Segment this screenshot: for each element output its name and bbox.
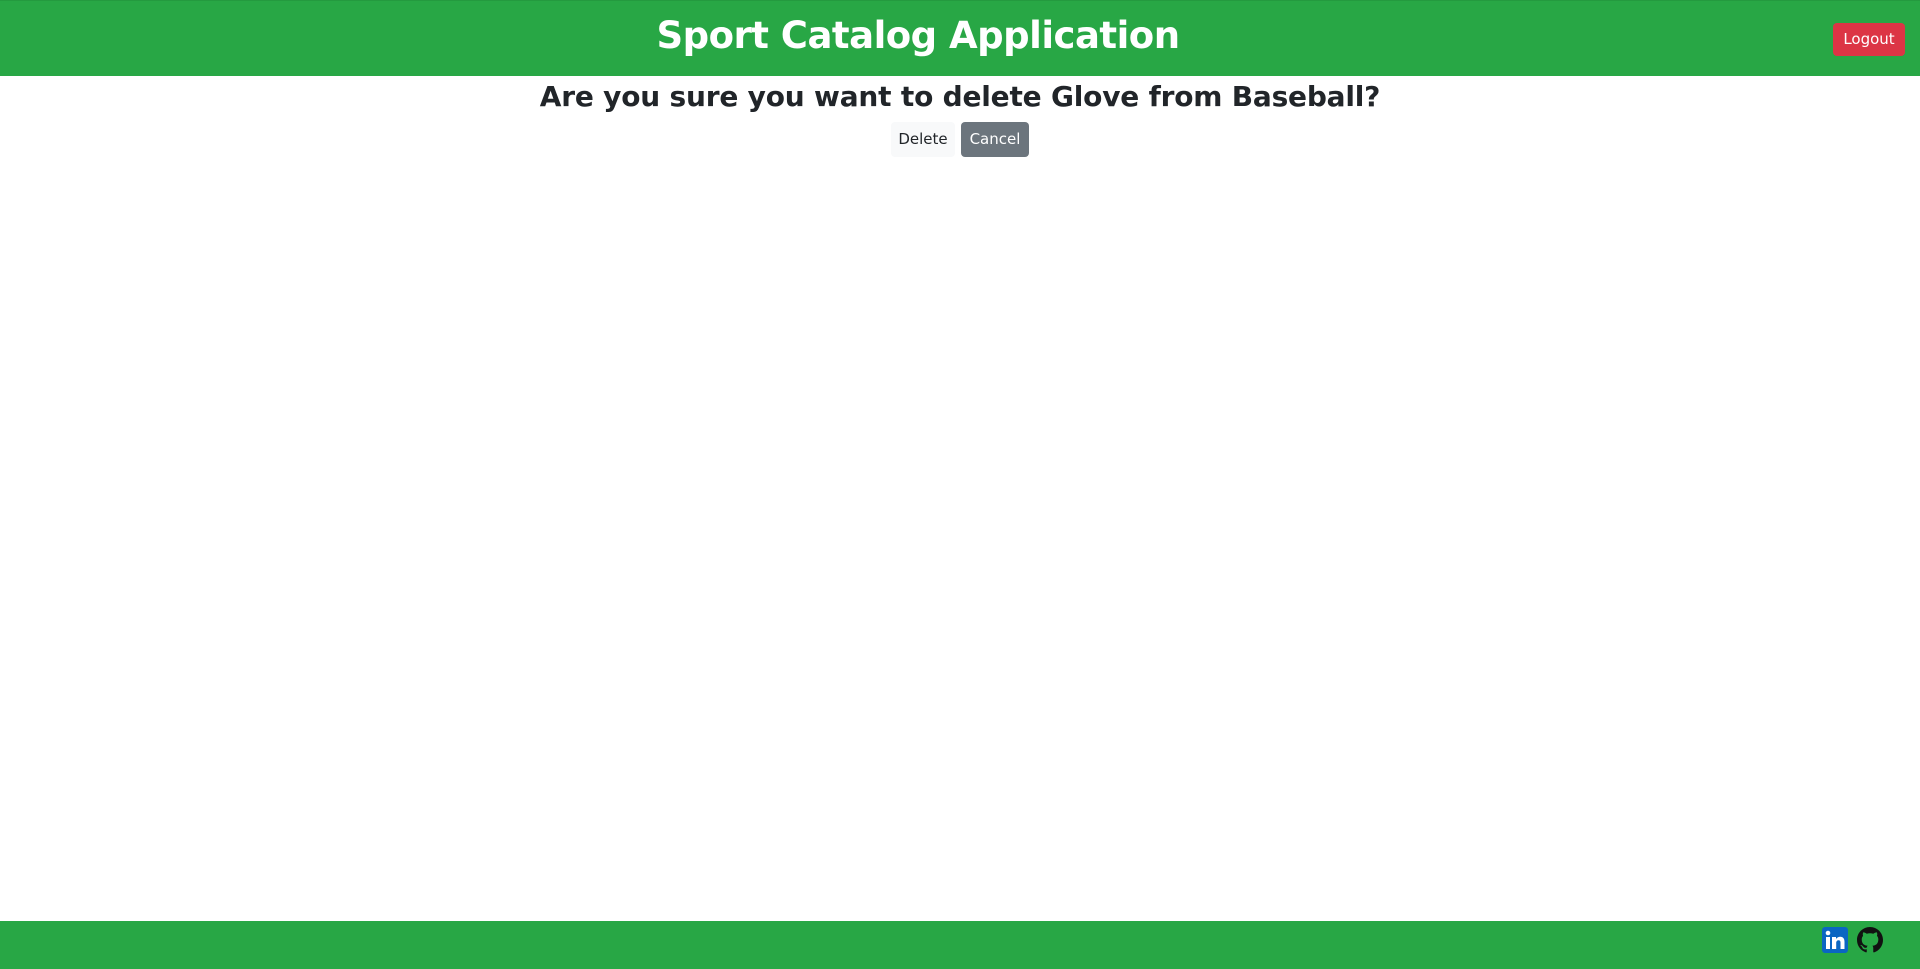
delete-button[interactable]: Delete	[891, 121, 955, 157]
app-footer	[0, 921, 1920, 969]
app-title: Sport Catalog Application	[656, 14, 1180, 57]
linkedin-link[interactable]	[1822, 927, 1848, 953]
linkedin-icon	[1822, 927, 1848, 953]
confirmation-message: Are you sure you want to delete Glove fr…	[539, 80, 1381, 113]
delete-confirmation: Are you sure you want to delete Glove fr…	[0, 76, 1920, 157]
confirmation-actions: Delete Cancel	[0, 121, 1920, 157]
logout-button[interactable]: Logout	[1833, 23, 1905, 56]
github-icon	[1857, 927, 1883, 953]
cancel-button[interactable]: Cancel	[961, 121, 1029, 157]
app-header: Sport Catalog Application Logout	[0, 0, 1920, 76]
github-link[interactable]	[1857, 927, 1883, 953]
